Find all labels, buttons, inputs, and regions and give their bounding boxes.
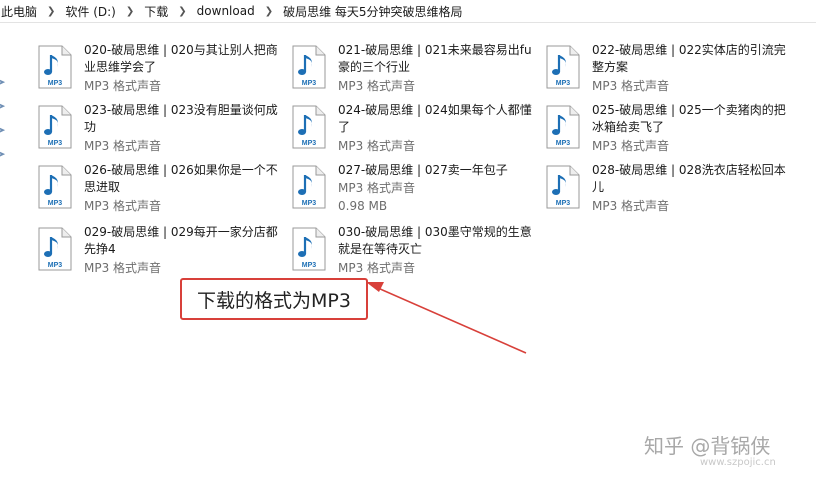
annotation-callout: 下载的格式为MP3 <box>180 278 368 320</box>
annotation-arrow <box>366 282 527 354</box>
watermark-url: www.szpojic.cn <box>700 457 776 468</box>
watermark: 知乎 @背锅侠 <box>644 434 771 458</box>
